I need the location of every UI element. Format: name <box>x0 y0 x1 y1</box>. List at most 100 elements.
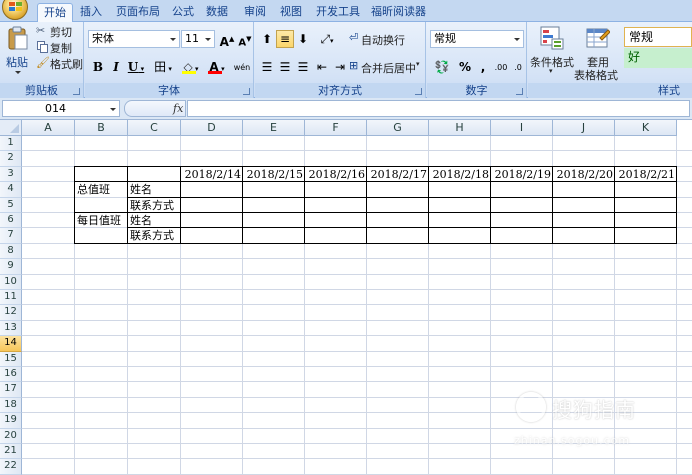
underline-button[interactable]: U ▾ <box>125 58 147 76</box>
format-painter-button[interactable]: 🖌 格式刷 <box>36 56 84 71</box>
row-header-11[interactable]: 11 <box>0 290 22 306</box>
font-name-dropdown-icon[interactable] <box>167 31 179 47</box>
table-date-header[interactable]: 2018/2/19 <box>492 167 552 182</box>
copy-button[interactable]: 复制 <box>36 40 80 55</box>
column-header-K[interactable]: K <box>615 120 677 136</box>
font-color-button[interactable]: A ▾ <box>205 58 229 76</box>
style-normal[interactable]: 常规 <box>624 27 692 47</box>
row-header-20[interactable]: 20 <box>0 428 22 444</box>
table-group-label[interactable]: 总值班 <box>77 182 127 197</box>
increase-indent-button[interactable]: ⇥ <box>331 58 349 76</box>
row-header-21[interactable]: 21 <box>0 444 22 460</box>
column-header-G[interactable]: G <box>367 120 429 136</box>
table-row-label[interactable]: 姓名 <box>130 182 180 197</box>
name-box[interactable]: 014 <box>2 100 120 117</box>
row-header-6[interactable]: 6 <box>0 213 22 229</box>
border-button[interactable]: 田 ▾ <box>151 58 175 76</box>
number-format-dropdown-icon[interactable] <box>511 31 523 47</box>
number-format-select[interactable]: 常规 <box>430 30 524 48</box>
align-right-button[interactable]: ☰ <box>294 58 312 76</box>
table-row-label[interactable]: 姓名 <box>130 213 180 228</box>
font-dialog-launcher-icon[interactable] <box>243 88 250 95</box>
table-date-header[interactable]: 2018/2/20 <box>554 167 614 182</box>
clipboard-dialog-launcher-icon[interactable] <box>73 88 80 95</box>
tab-3[interactable]: 公式 <box>166 3 200 22</box>
row-header-8[interactable]: 8 <box>0 243 22 260</box>
fill-color-button[interactable]: ◇ ▾ <box>179 58 203 76</box>
formula-input[interactable] <box>187 100 690 117</box>
tab-5[interactable]: 审阅 <box>238 3 272 22</box>
row-header-12[interactable]: 12 <box>0 305 22 321</box>
tab-2[interactable]: 页面布局 <box>110 3 166 22</box>
comma-button[interactable]: , <box>474 58 492 76</box>
tab-6[interactable]: 视图 <box>274 3 308 22</box>
bold-button[interactable]: B <box>89 58 107 76</box>
column-header-J[interactable]: J <box>553 120 615 136</box>
wrap-text-button[interactable]: ⏎ 自动换行 <box>349 31 425 47</box>
row-header-10[interactable]: 10 <box>0 274 22 290</box>
conditional-format-button[interactable]: 条件格式 ▾ <box>530 24 574 80</box>
cut-button[interactable]: ✂ 剪切 <box>36 24 80 39</box>
format-as-table-button[interactable]: 套用 表格格式 <box>574 24 622 82</box>
row-header-4[interactable]: 4 <box>0 182 22 198</box>
font-size-select[interactable]: 11 <box>181 30 215 48</box>
row-header-18[interactable]: 18 <box>0 397 22 414</box>
style-good[interactable]: 好 <box>624 48 692 68</box>
percent-button[interactable]: % <box>456 58 474 76</box>
table-date-header[interactable]: 2018/2/18 <box>430 167 490 182</box>
select-all-button[interactable] <box>0 120 22 136</box>
tab-8[interactable]: 福昕阅读器 <box>365 3 432 22</box>
column-header-E[interactable]: E <box>243 120 305 136</box>
column-header-I[interactable]: I <box>491 120 553 136</box>
align-center-button[interactable]: ☰ <box>276 58 294 76</box>
row-header-5[interactable]: 5 <box>0 197 22 213</box>
font-name-select[interactable]: 宋体 <box>88 30 180 48</box>
table-date-header[interactable]: 2018/2/14 <box>182 167 242 182</box>
row-header-16[interactable]: 16 <box>0 367 22 383</box>
column-header-B[interactable]: B <box>75 120 128 136</box>
row-header-13[interactable]: 13 <box>0 320 22 337</box>
tab-1[interactable]: 插入 <box>74 3 108 22</box>
tab-4[interactable]: 数据 <box>200 3 234 22</box>
column-header-H[interactable]: H <box>429 120 491 136</box>
row-header-7[interactable]: 7 <box>0 228 22 244</box>
merge-center-button[interactable]: ⊞ 合并后居中 ▾ <box>349 59 425 75</box>
table-date-header[interactable]: 2018/2/21 <box>616 167 676 182</box>
align-bottom-button[interactable]: ⬇ <box>294 30 312 48</box>
decrease-indent-button[interactable]: ⇤ <box>313 58 331 76</box>
phonetic-button[interactable]: wén <box>231 58 253 76</box>
align-left-button[interactable]: ☰ <box>258 58 276 76</box>
column-header-A[interactable]: A <box>22 120 75 136</box>
column-header-F[interactable]: F <box>305 120 367 136</box>
row-header-15[interactable]: 15 <box>0 351 22 367</box>
row-header-22[interactable]: 22 <box>0 459 22 475</box>
insert-function-icon[interactable]: fx <box>173 101 183 116</box>
align-middle-button[interactable]: ≡ <box>276 30 294 48</box>
row-header-3[interactable]: 3 <box>0 166 22 183</box>
row-header-19[interactable]: 19 <box>0 413 22 429</box>
row-header-2[interactable]: 2 <box>0 151 22 167</box>
grow-font-button[interactable]: A▲ <box>218 30 236 49</box>
orientation-button[interactable]: ⤢▾ <box>315 30 339 48</box>
table-date-header[interactable]: 2018/2/15 <box>244 167 304 182</box>
paste-button[interactable]: 粘贴 <box>3 24 33 80</box>
table-group-label[interactable]: 每日值班 <box>77 213 127 228</box>
shrink-font-button[interactable]: A▼ <box>236 30 254 48</box>
row-header-9[interactable]: 9 <box>0 259 22 275</box>
font-size-dropdown-icon[interactable] <box>202 31 214 47</box>
office-button[interactable] <box>2 0 28 20</box>
align-top-button[interactable]: ⬆ <box>258 30 276 48</box>
decrease-decimal-button[interactable]: .0 <box>509 58 527 76</box>
italic-button[interactable]: I <box>107 58 125 76</box>
table-date-header[interactable]: 2018/2/16 <box>306 167 366 182</box>
column-header-C[interactable]: C <box>128 120 181 136</box>
table-row-label[interactable]: 联系方式 <box>130 198 180 213</box>
row-header-17[interactable]: 17 <box>0 382 22 398</box>
number-dialog-launcher-icon[interactable] <box>516 88 523 95</box>
tab-7[interactable]: 开发工具 <box>310 3 366 22</box>
name-box-dropdown-icon[interactable] <box>107 101 117 116</box>
accounting-format-button[interactable]: 💱 <box>430 58 454 76</box>
alignment-dialog-launcher-icon[interactable] <box>415 88 422 95</box>
increase-decimal-button[interactable]: .00 <box>492 58 510 76</box>
table-row-label[interactable]: 联系方式 <box>130 228 180 243</box>
